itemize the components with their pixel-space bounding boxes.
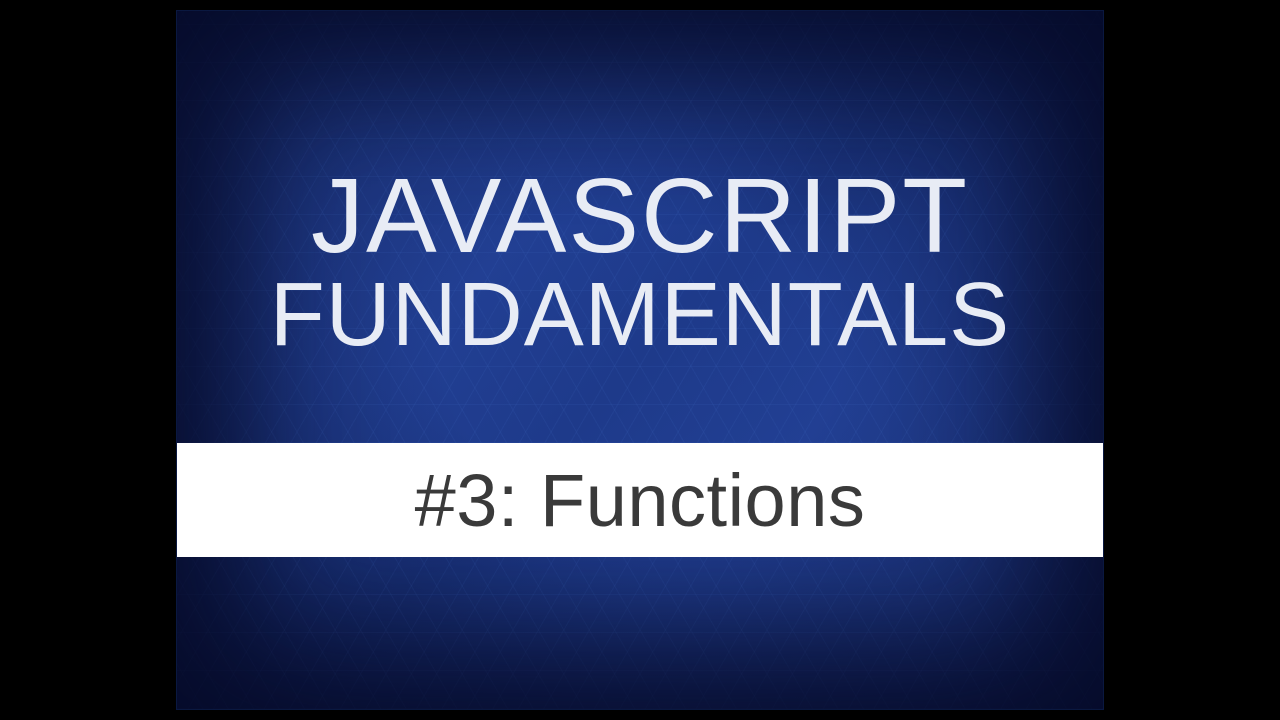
title-block: JAVASCRIPT FUNDAMENTALS [177,161,1103,365]
subtitle-bar: #3: Functions [177,443,1103,557]
title-slide: JAVASCRIPT FUNDAMENTALS #3: Functions [176,10,1104,710]
title-line-1: JAVASCRIPT [177,161,1103,272]
title-line-2: FUNDAMENTALS [177,266,1103,365]
subtitle-text: #3: Functions [415,458,866,543]
